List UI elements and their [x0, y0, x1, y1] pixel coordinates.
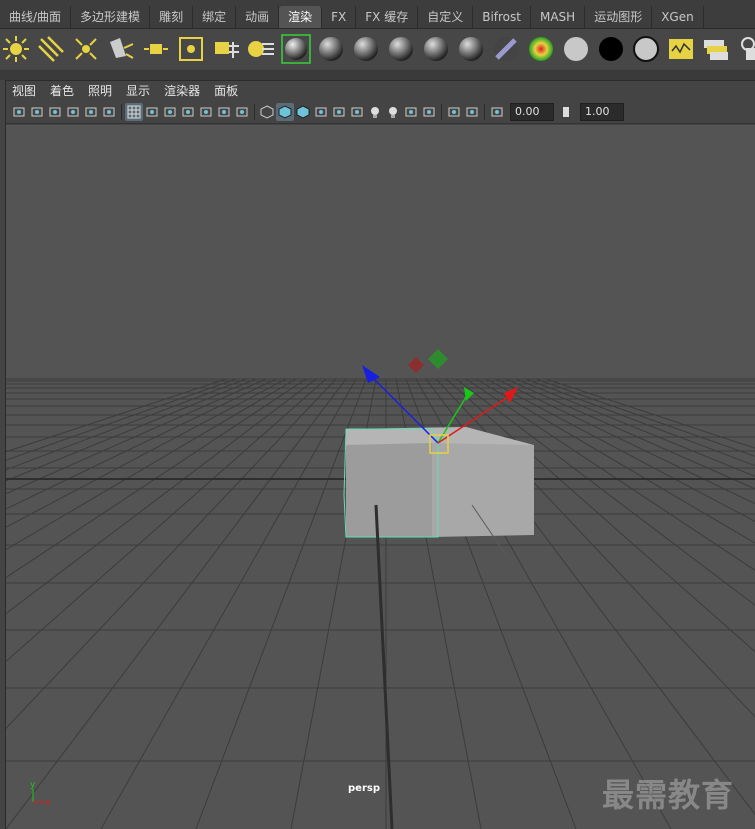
- wireframe-icon[interactable]: [258, 103, 276, 121]
- toolbar-separator: [121, 104, 122, 120]
- tab-1[interactable]: 多边形建模: [71, 6, 151, 28]
- tab-10[interactable]: MASH: [530, 6, 586, 28]
- tab-7[interactable]: FX 缓存: [356, 6, 419, 28]
- shadows-icon[interactable]: [384, 103, 402, 121]
- bookmark-icon[interactable]: [46, 103, 64, 121]
- panel-menu-3[interactable]: 显示: [126, 81, 150, 101]
- isolate-icon[interactable]: [445, 103, 463, 121]
- white-swatch-icon[interactable]: [560, 31, 592, 67]
- panel-menubar: 视图 着色 照明 显示 渲染器 面板: [6, 81, 755, 101]
- gate-mask-icon[interactable]: [179, 103, 197, 121]
- stripe-material-icon[interactable]: [490, 31, 522, 67]
- smooth-shade-icon[interactable]: [276, 103, 294, 121]
- manip-plane-handle-red[interactable]: [408, 357, 424, 373]
- ambient-light-icon[interactable]: [0, 31, 32, 67]
- grid-axis-line: [374, 504, 394, 829]
- view-axis-indicator: y x: [30, 780, 51, 808]
- textured-icon[interactable]: [348, 103, 366, 121]
- render-shelf: [0, 29, 755, 69]
- grey-swatch-icon[interactable]: [630, 31, 662, 67]
- use-lights-icon[interactable]: [366, 103, 384, 121]
- viewport-scene: y x: [6, 349, 755, 829]
- point-light-icon[interactable]: [70, 31, 102, 67]
- select-highlight-icon[interactable]: [463, 103, 481, 121]
- grid-snap-icon[interactable]: [82, 103, 100, 121]
- grid-display-icon[interactable]: [125, 103, 143, 121]
- tab-5[interactable]: 渲染: [279, 6, 323, 28]
- tab-6[interactable]: FX: [322, 6, 357, 28]
- panel-menu-0[interactable]: 视图: [12, 81, 36, 101]
- material-ball-4-icon[interactable]: [385, 31, 417, 67]
- tab-0[interactable]: 曲线/曲面: [0, 6, 72, 28]
- svg-text:x: x: [45, 798, 51, 808]
- toolbar-separator: [484, 104, 485, 120]
- camera-label: persp: [348, 783, 380, 794]
- ambient-occlusion-icon[interactable]: [402, 103, 420, 121]
- material-ball-2-icon[interactable]: [315, 31, 347, 67]
- material-ball-5-icon[interactable]: [420, 31, 452, 67]
- tab-9[interactable]: Bifrost: [473, 6, 531, 28]
- motion-blur-icon[interactable]: [420, 103, 438, 121]
- panel-menu-2[interactable]: 照明: [88, 81, 112, 101]
- viewport-3d[interactable]: y x: [6, 125, 755, 829]
- resolution-gate-icon[interactable]: [161, 103, 179, 121]
- bounding-box-icon[interactable]: [312, 103, 330, 121]
- ipr-render-icon[interactable]: [735, 31, 755, 67]
- material-ball-6-icon[interactable]: [455, 31, 487, 67]
- cube-object[interactable]: [343, 427, 534, 829]
- gamma-icon[interactable]: [558, 103, 576, 121]
- safe-title-icon[interactable]: [233, 103, 251, 121]
- toolbar-separator: [254, 104, 255, 120]
- spot-light-icon[interactable]: [105, 31, 137, 67]
- material-ball-3-icon[interactable]: [350, 31, 382, 67]
- panel-toolbar: 0.00 1.00: [6, 101, 755, 124]
- image-plane-icon[interactable]: [64, 103, 82, 121]
- safe-action-icon[interactable]: [215, 103, 233, 121]
- directional-light-icon[interactable]: [35, 31, 67, 67]
- tab-12[interactable]: XGen: [652, 6, 704, 28]
- tab-3[interactable]: 绑定: [193, 6, 237, 28]
- move-icon[interactable]: [100, 103, 118, 121]
- watermark: 最需教育: [602, 776, 735, 814]
- shelf-separator: [0, 70, 755, 80]
- exposure-icon[interactable]: [488, 103, 506, 121]
- panel-menu-5[interactable]: 面板: [214, 81, 238, 101]
- model-panel: 视图 着色 照明 显示 渲染器 面板 0.00 1.00 y x: [5, 80, 755, 829]
- tab-2[interactable]: 雕刻: [150, 6, 194, 28]
- batch-render-icon[interactable]: [700, 31, 732, 67]
- ramp-material-icon[interactable]: [525, 31, 557, 67]
- flat-shade-icon[interactable]: [294, 103, 312, 121]
- volume-light-icon[interactable]: [175, 31, 207, 67]
- tab-8[interactable]: 自定义: [418, 6, 474, 28]
- panel-menu-4[interactable]: 渲染器: [164, 81, 200, 101]
- xray-icon[interactable]: [330, 103, 348, 121]
- svg-text:y: y: [30, 780, 36, 790]
- toolbar-separator: [441, 104, 442, 120]
- material-ball-selected-icon[interactable]: [280, 31, 312, 67]
- camera-icon[interactable]: [10, 103, 28, 121]
- render-view-icon[interactable]: [665, 31, 697, 67]
- gamma-field[interactable]: 1.00: [580, 103, 624, 121]
- field-chart-icon[interactable]: [197, 103, 215, 121]
- manip-plane-handle-green[interactable]: [428, 349, 448, 369]
- render-settings-icon[interactable]: [245, 31, 277, 67]
- camera-attr-icon[interactable]: [28, 103, 46, 121]
- film-gate-icon[interactable]: [143, 103, 161, 121]
- render-layer-icon[interactable]: [210, 31, 242, 67]
- panel-menu-1[interactable]: 着色: [50, 81, 74, 101]
- cube-front-face: [346, 437, 432, 537]
- shelf-tabs: 曲线/曲面 多边形建模 雕刻 绑定 动画 渲染 FX FX 缓存 自定义 Bifrost MASH 运…: [0, 0, 755, 29]
- tab-11[interactable]: 运动图形: [585, 6, 653, 28]
- area-light-icon[interactable]: [140, 31, 172, 67]
- black-swatch-icon[interactable]: [595, 31, 627, 67]
- manip-z-arrow[interactable]: [362, 365, 380, 383]
- tab-4[interactable]: 动画: [236, 6, 280, 28]
- exposure-field[interactable]: 0.00: [510, 103, 554, 121]
